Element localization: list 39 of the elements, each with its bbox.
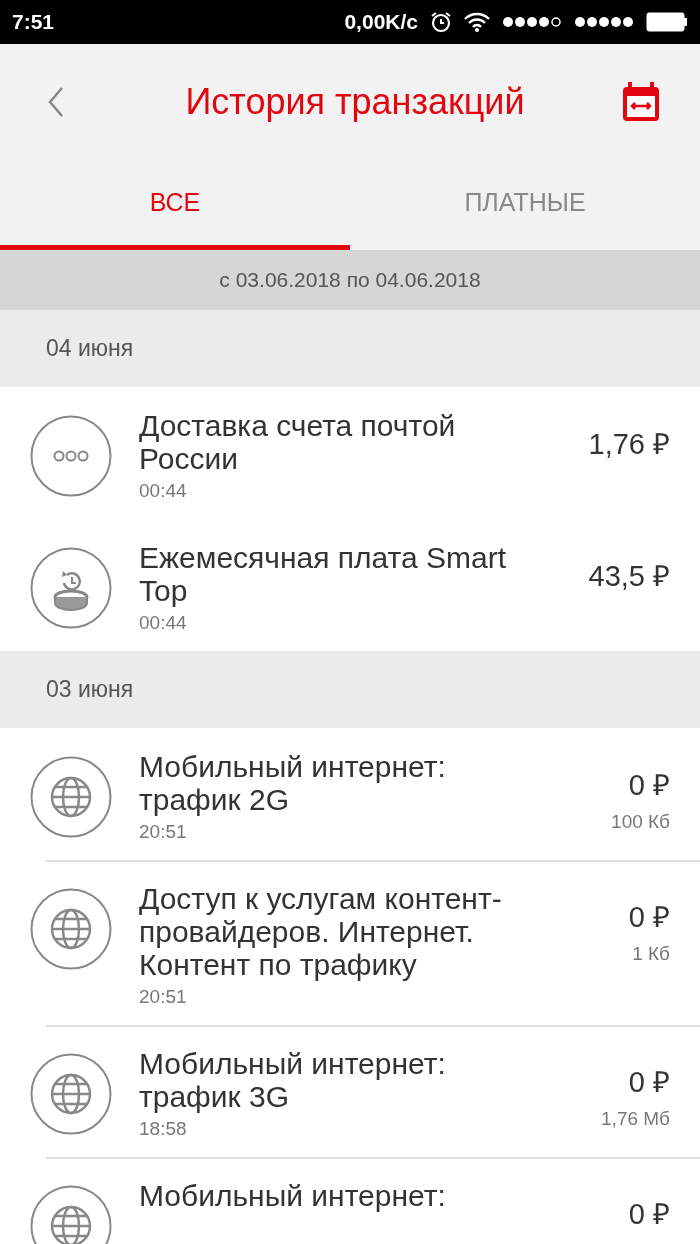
alarm-icon [430, 11, 452, 33]
transaction-amount: 1,76 ₽ [588, 427, 670, 462]
transaction-time: 20:51 [139, 820, 187, 844]
transaction-amount: 0 ₽ [628, 768, 670, 803]
date-header: 03 июня [0, 651, 700, 728]
traffic-volume: 1,76 Мб [601, 1108, 670, 1130]
page-title: История транзакций [184, 81, 526, 123]
signal-icon [574, 16, 634, 28]
clock: 7:51 [12, 10, 55, 34]
transaction-time: 00:44 [139, 479, 187, 503]
calendar-icon[interactable] [622, 82, 660, 122]
globe-icon [30, 888, 112, 970]
signal-icon [502, 16, 562, 28]
date-range[interactable]: с 03.06.2018 по 04.06.2018 [0, 250, 700, 310]
transaction-time: 00:44 [139, 611, 187, 635]
traffic-volume: 100 Кб [611, 811, 670, 833]
wifi-icon [464, 12, 490, 32]
transaction-amount: 43,5 ₽ [588, 559, 670, 594]
transaction-amount: 0 ₽ [628, 900, 670, 935]
transaction-time: 18:58 [139, 1117, 187, 1141]
network-speed: 0,00K/c [344, 10, 418, 34]
globe-icon [30, 756, 112, 838]
transaction-amount: 0 ₽ [628, 1065, 670, 1100]
transaction-title: Доставка счета почтой России [139, 409, 457, 475]
date-header: 04 июня [0, 310, 700, 387]
coin-icon [30, 547, 112, 629]
transaction-time: 20:51 [139, 985, 187, 1009]
globe-icon [30, 1053, 112, 1135]
tab[interactable]: ПЛАТНЫЕ [350, 160, 700, 250]
transaction-title: Мобильный интернет: [139, 1179, 446, 1212]
transaction-amount: 0 ₽ [628, 1197, 670, 1232]
transaction-title: Доступ к услугам контент-провайдеров. Интернет. Контент по трафику [139, 882, 503, 981]
more-icon [30, 415, 112, 497]
transaction-title: Мобильный интернет: трафик 2G [139, 750, 447, 816]
globe-icon [30, 1185, 112, 1244]
transaction-title: Ежемесячная плата Smart Top [139, 541, 507, 607]
battery-icon [646, 12, 688, 32]
transaction-title: Мобильный интернет: трафик 3G [139, 1047, 447, 1113]
traffic-volume: 1 Кб [632, 943, 670, 965]
